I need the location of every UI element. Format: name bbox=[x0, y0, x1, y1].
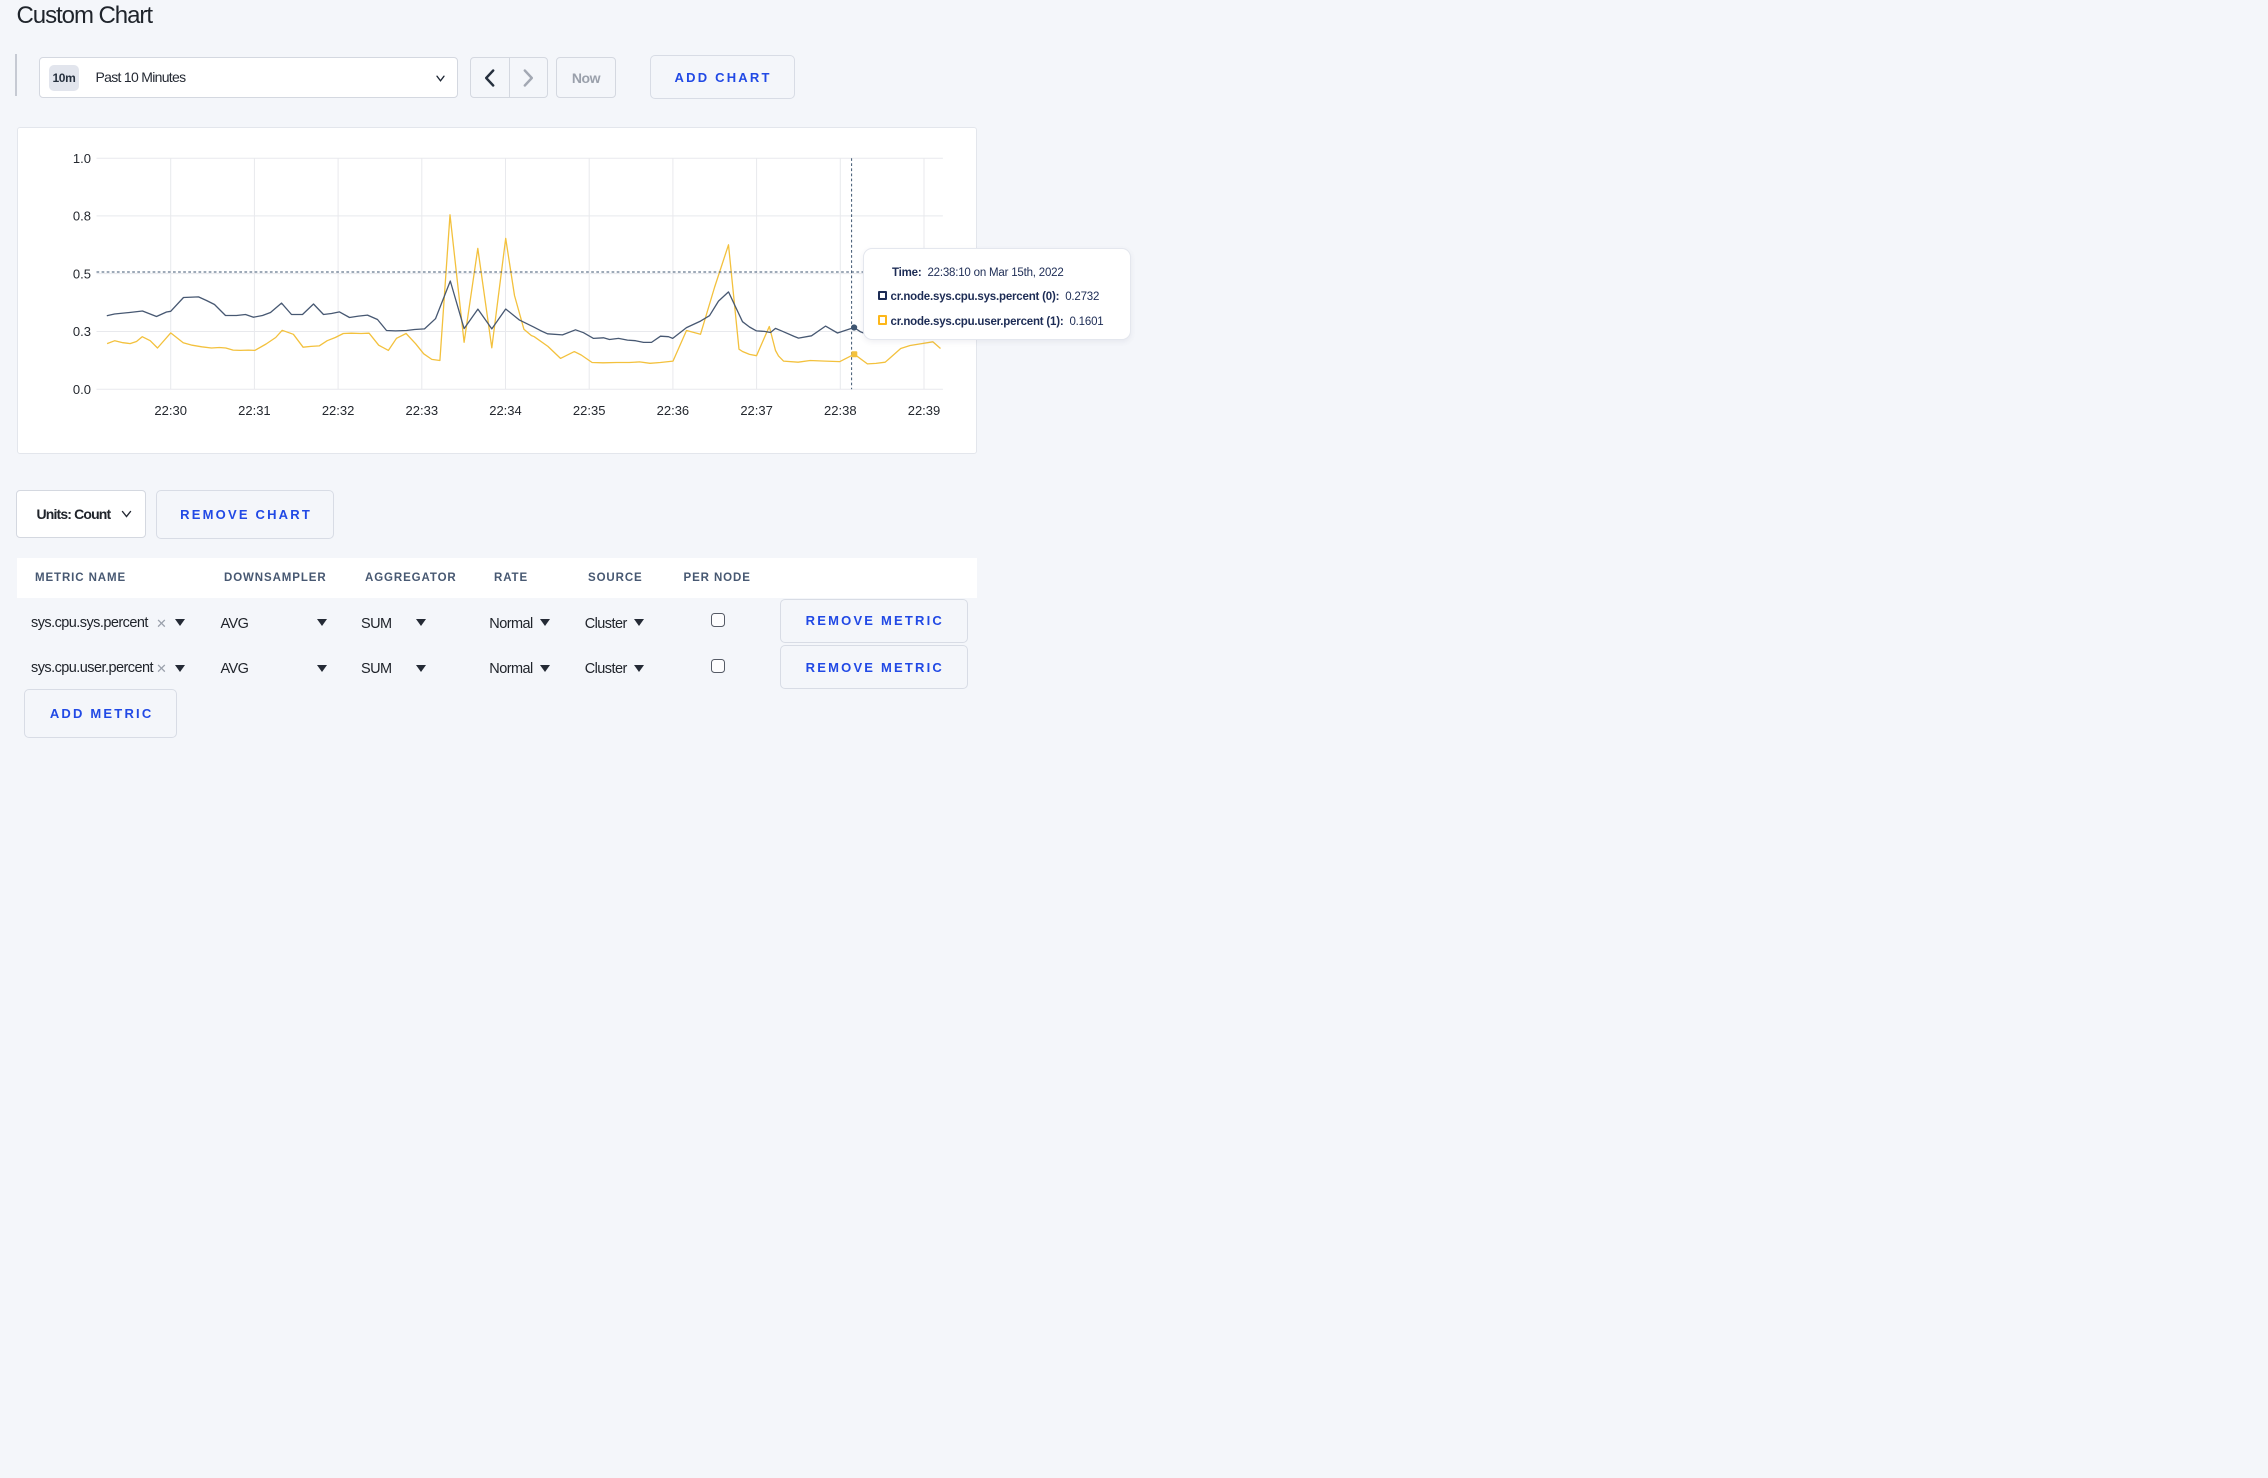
svg-text:1.0: 1.0 bbox=[72, 150, 90, 165]
svg-text:0.8: 0.8 bbox=[72, 208, 90, 223]
svg-text:22:31: 22:31 bbox=[238, 403, 271, 418]
svg-text:22:33: 22:33 bbox=[405, 403, 438, 418]
svg-text:22:39: 22:39 bbox=[907, 403, 940, 418]
svg-text:22:32: 22:32 bbox=[321, 403, 354, 418]
svg-text:0.5: 0.5 bbox=[72, 266, 90, 281]
svg-text:22:30: 22:30 bbox=[154, 403, 187, 418]
svg-text:0.0: 0.0 bbox=[72, 381, 90, 396]
svg-text:22:36: 22:36 bbox=[656, 403, 689, 418]
svg-text:22:35: 22:35 bbox=[572, 403, 605, 418]
svg-text:22:34: 22:34 bbox=[489, 403, 522, 418]
svg-text:22:37: 22:37 bbox=[740, 403, 773, 418]
svg-text:0.3: 0.3 bbox=[72, 324, 90, 339]
svg-text:22:38: 22:38 bbox=[824, 403, 857, 418]
